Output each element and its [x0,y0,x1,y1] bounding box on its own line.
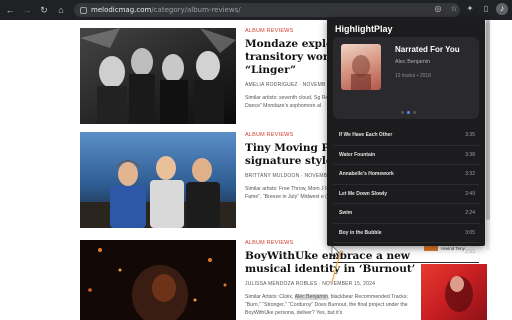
track-duration: 2:24 [465,210,475,217]
carousel-dot[interactable] [401,111,404,114]
bookmark-star-icon[interactable]: ☆ [448,3,460,15]
popup-title: HighlightPlay [335,24,393,34]
track-duration: 3:35 [465,132,475,139]
browser-toolbar: ← → ↻ ⌂ melodicmag.com/category/album-re… [0,0,512,20]
sidebar-image[interactable] [421,264,487,320]
track-row[interactable]: Water Fountain 3:38 [333,146,479,165]
scrollbar-thumb[interactable] [486,20,490,220]
track-name: Boy in the Bubble [339,229,382,236]
track-duration: 2:53 [465,249,475,256]
carousel-dot-active[interactable] [407,111,410,114]
eye-off-icon[interactable]: ◎ [432,3,444,15]
highlightplay-popup: HighlightPlay Narrated For You Alec Benj… [327,18,485,263]
carousel-dot[interactable] [413,111,416,114]
mouse-cursor-icon [331,246,342,283]
carousel-dots [401,111,416,114]
url-text: melodicmag.com/category/album-reviews/ [91,6,241,14]
track-duration: 3:32 [465,171,475,178]
track-list: If We Have Each Other 3:35 Water Fountain 3… [333,126,479,263]
track-name: Water Fountain [339,151,376,158]
track-name: If We Have Each Other [339,132,393,139]
track-row[interactable]: Annabelle's Homework 3:32 [333,165,479,185]
track-name: Let Me Down Slowly [339,190,388,197]
site-info-icon[interactable] [80,6,87,14]
now-playing-title: Narrated For You [395,45,460,54]
article-thumbnail-tiny-moving-parts[interactable] [80,132,236,228]
home-icon[interactable]: ⌂ [54,3,68,17]
now-playing-artist: Alec Benjamin [395,59,431,65]
track-duration: 3:38 [465,151,475,158]
sidepanel-icon[interactable]: ▯ [480,3,492,15]
article-thumbnail-mondaze[interactable] [80,28,236,124]
now-playing-meta: 12 tracks • 2018 [395,73,431,79]
track-row[interactable]: Steve 2:53 [333,243,479,263]
track-name: Annabelle's Homework [339,171,394,178]
now-playing-card[interactable]: Narrated For You Alec Benjamin 12 tracks… [333,37,479,119]
track-row[interactable]: Let Me Down Slowly 2:49 [333,185,479,204]
highlighted-text[interactable]: Alec Benjamin [294,294,328,300]
track-name: Swim [339,210,353,217]
page-scrollbar[interactable] [486,20,490,250]
track-duration: 3:05 [465,229,475,236]
article-excerpt: Similar Artists: Cloiix, Alec Benjamin, … [245,294,408,316]
track-duration: 2:49 [465,190,475,197]
arrow-left-icon[interactable]: ← [3,3,17,17]
address-bar[interactable]: melodicmag.com/category/album-reviews/ [74,3,460,17]
highlightplay-extension-icon[interactable]: ♪ [496,3,508,15]
track-row[interactable]: Boy in the Bubble 3:05 [333,224,479,243]
arrow-right-icon[interactable]: → [20,3,34,17]
reload-icon[interactable]: ↻ [37,3,51,17]
extensions-puzzle-icon[interactable]: ✦ [464,3,476,15]
track-row[interactable]: If We Have Each Other 3:35 [333,126,479,146]
article-thumbnail-boywithuke[interactable] [80,240,236,320]
track-row[interactable]: Swim 2:24 [333,204,479,224]
album-cover[interactable] [341,44,381,90]
